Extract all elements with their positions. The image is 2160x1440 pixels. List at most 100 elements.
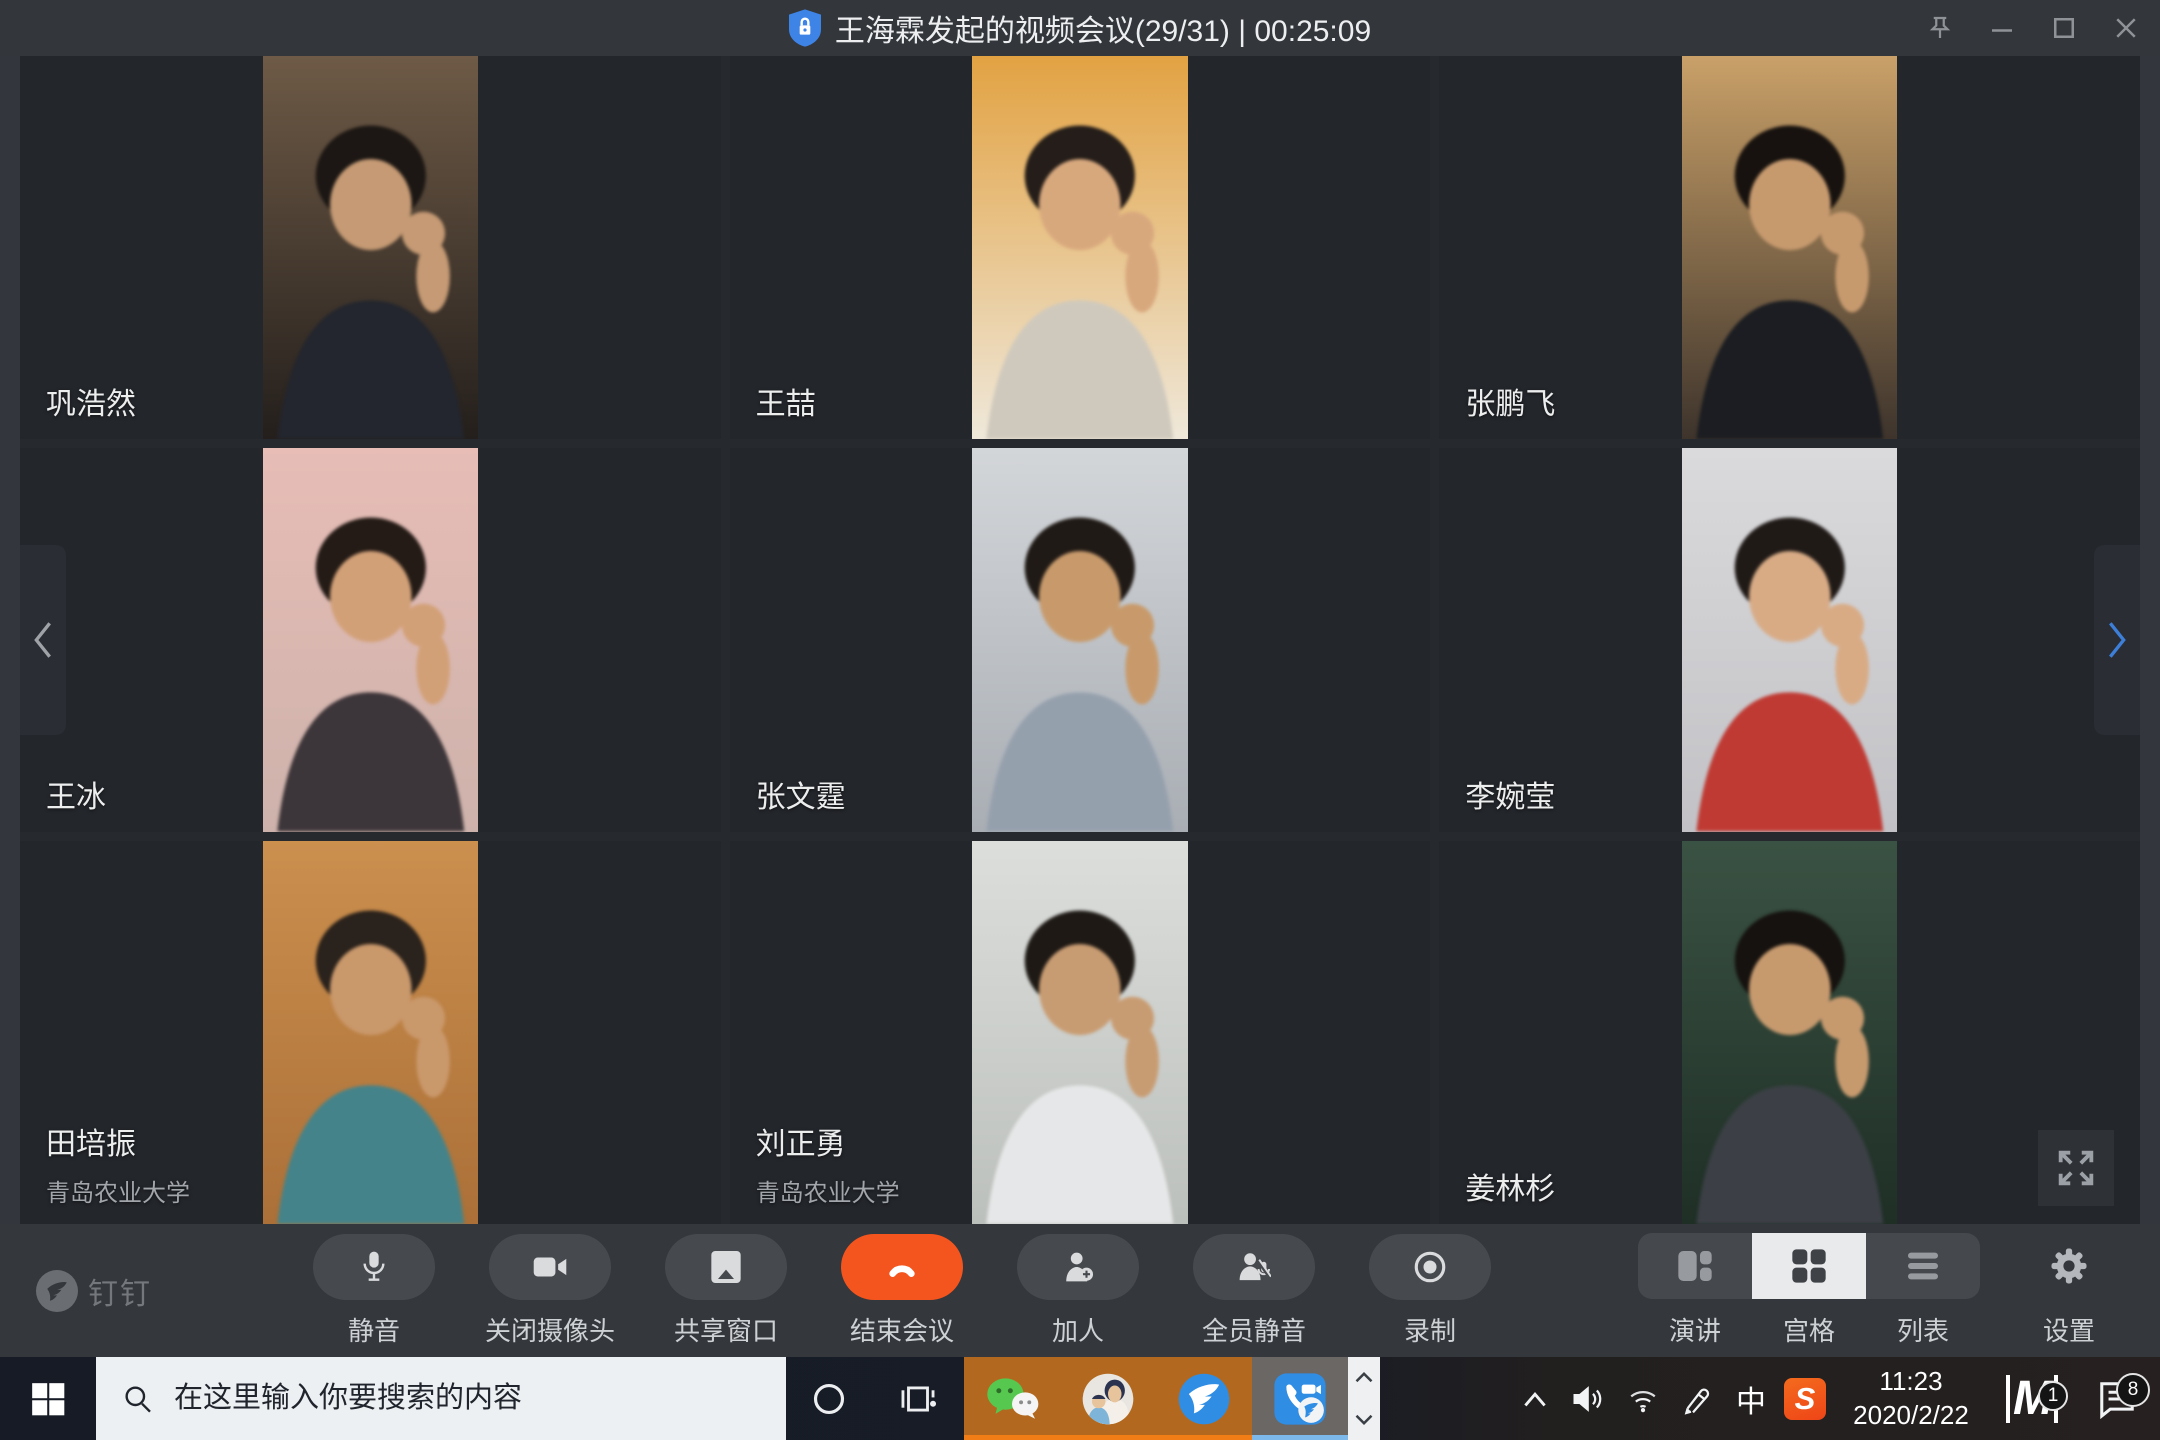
chevron-down-icon — [1354, 1413, 1374, 1426]
participant-name: 王冰 — [46, 772, 106, 816]
previous-page-button[interactable] — [20, 545, 66, 735]
notification-badge: 8 — [2116, 1373, 2150, 1407]
wechat-taskbar-button[interactable] — [964, 1357, 1060, 1440]
participant-tile[interactable]: 姜林杉 — [1439, 841, 2140, 1224]
dingtalk-wing-icon — [36, 1270, 78, 1312]
participant-name: 王喆 — [756, 379, 816, 423]
fullscreen-icon — [2053, 1145, 2099, 1191]
participant-name: 刘正勇 — [756, 1119, 900, 1163]
next-page-button[interactable] — [2094, 545, 2140, 735]
minimize-icon[interactable] — [1982, 8, 2022, 48]
participant-name: 姜林杉 — [1465, 1164, 1555, 1208]
brand-label: 钉钉 — [88, 1269, 152, 1313]
sogou-icon[interactable]: S — [1778, 1357, 1832, 1440]
mute-button[interactable]: 静音 — [308, 1234, 440, 1348]
speaker-view-icon — [1638, 1233, 1752, 1299]
list-view-icon — [1866, 1233, 1980, 1299]
view-list-button[interactable]: 列表 — [1866, 1233, 1980, 1348]
action-center-button[interactable]: 8 — [2074, 1377, 2160, 1421]
ime-indicator[interactable]: 中 — [1724, 1357, 1778, 1440]
participant-tile[interactable]: 巩浩然 — [20, 56, 721, 439]
participant-name: 李婉莹 — [1465, 772, 1555, 816]
dingtalk-taskbar-button[interactable] — [1156, 1357, 1252, 1440]
windows-start-icon — [29, 1380, 67, 1418]
hidden-icons-button[interactable] — [1508, 1357, 1562, 1440]
meeting-toolbar: 钉钉 静音 关闭摄像头 — [0, 1224, 2160, 1357]
participant-tile[interactable]: 李婉莹 — [1439, 448, 2140, 831]
start-button[interactable] — [0, 1357, 96, 1440]
titlebar: 王海霖发起的视频会议(29/31) | 00:25:09 — [0, 0, 2160, 56]
scroll-down-button[interactable] — [1348, 1399, 1380, 1440]
end-meeting-button[interactable]: 结束会议 — [836, 1234, 968, 1348]
cortana-button[interactable] — [786, 1357, 872, 1440]
participant-nameplate: 田培振 青岛农业大学 — [46, 1119, 190, 1208]
participant-tile[interactable]: 张鹏飞 — [1439, 56, 2140, 439]
search-input[interactable] — [174, 1382, 734, 1415]
participant-nameplate: 王喆 — [756, 379, 816, 423]
cortana-icon — [810, 1380, 848, 1418]
fullscreen-button[interactable] — [2038, 1130, 2114, 1206]
participant-video — [263, 56, 479, 439]
dingtalk-meeting-taskbar-button[interactable] — [1252, 1357, 1348, 1440]
participant-grid: 巩浩然 王喆 — [20, 56, 2140, 1224]
record-button[interactable]: 录制 — [1364, 1234, 1496, 1348]
participant-nameplate: 姜林杉 — [1465, 1164, 1555, 1208]
participant-name: 田培振 — [46, 1119, 190, 1163]
clock-date: 2020/2/22 — [1832, 1399, 1990, 1433]
meeting-controls: 静音 关闭摄像头 共享窗口 — [308, 1234, 1496, 1348]
participant-tile[interactable]: 张文霆 — [730, 448, 1431, 831]
settings-button[interactable]: 设置 — [2014, 1233, 2124, 1348]
task-view-button[interactable] — [872, 1357, 964, 1440]
scroll-up-button[interactable] — [1348, 1357, 1380, 1399]
m-badge: 1 — [2038, 1381, 2068, 1411]
participant-video — [1682, 841, 1898, 1224]
video-grid-stage: 巩浩然 王喆 — [0, 56, 2160, 1224]
record-icon — [1369, 1234, 1491, 1300]
participant-tile[interactable]: 王冰 — [20, 448, 721, 831]
participant-tile[interactable]: 田培振 青岛农业大学 — [20, 841, 721, 1224]
close-icon[interactable] — [2106, 8, 2146, 48]
share-window-button[interactable]: 共享窗口 — [660, 1234, 792, 1348]
participant-video — [972, 448, 1188, 831]
wechat-icon — [984, 1375, 1040, 1423]
dingtalk-meeting-icon — [1271, 1370, 1329, 1428]
search-icon — [122, 1383, 154, 1415]
view-and-settings: 演讲 宫格 — [1638, 1233, 2124, 1348]
window-controls — [1920, 0, 2146, 56]
taskbar-clock[interactable]: 11:23 2020/2/22 — [1832, 1365, 1990, 1433]
chevron-up-icon — [1522, 1391, 1548, 1407]
participant-video — [1682, 448, 1898, 831]
ime-mode-button[interactable]: M 1 — [1990, 1375, 2074, 1423]
view-grid-button[interactable]: 宫格 — [1752, 1233, 1866, 1348]
view-speech-button[interactable]: 演讲 — [1638, 1233, 1752, 1348]
pin-icon[interactable] — [1920, 8, 1960, 48]
system-tray: 中 S 11:23 2020/2/22 M 1 8 — [1508, 1357, 2160, 1440]
dingtalk-brand: 钉钉 — [36, 1269, 250, 1313]
dingtalk-meeting-window: 王海霖发起的视频会议(29/31) | 00:25:09 — [0, 0, 2160, 1440]
participant-nameplate: 李婉莹 — [1465, 772, 1555, 816]
participant-video — [972, 841, 1188, 1224]
chevron-up-icon — [1354, 1371, 1374, 1384]
participant-tile[interactable]: 王喆 — [730, 56, 1431, 439]
meeting-title-group: 王海霖发起的视频会议(29/31) | 00:25:09 — [789, 6, 1371, 50]
participant-name: 张文霆 — [756, 772, 846, 816]
taskbar-search[interactable] — [96, 1357, 786, 1440]
participant-tile[interactable]: 刘正勇 青岛农业大学 — [730, 841, 1431, 1224]
secure-shield-lock-icon — [789, 9, 821, 47]
maximize-icon[interactable] — [2044, 8, 2084, 48]
people-mute-icon — [1193, 1234, 1315, 1300]
taskbar-scroller — [1348, 1357, 1380, 1440]
camera-off-button[interactable]: 关闭摄像头 — [484, 1234, 616, 1348]
grid-view-icon — [1752, 1233, 1866, 1299]
hangup-icon — [841, 1234, 963, 1300]
contacts-photo-icon — [1081, 1372, 1135, 1426]
participant-org: 青岛农业大学 — [46, 1173, 190, 1208]
volume-icon[interactable] — [1562, 1357, 1616, 1440]
mute-all-button[interactable]: 全员静音 — [1188, 1234, 1320, 1348]
camera-icon — [489, 1234, 611, 1300]
participant-nameplate: 张文霆 — [756, 772, 846, 816]
pen-icon[interactable] — [1670, 1357, 1724, 1440]
contacts-app-taskbar-button[interactable] — [1060, 1357, 1156, 1440]
wifi-icon[interactable] — [1616, 1357, 1670, 1440]
add-person-button[interactable]: 加人 — [1012, 1234, 1144, 1348]
